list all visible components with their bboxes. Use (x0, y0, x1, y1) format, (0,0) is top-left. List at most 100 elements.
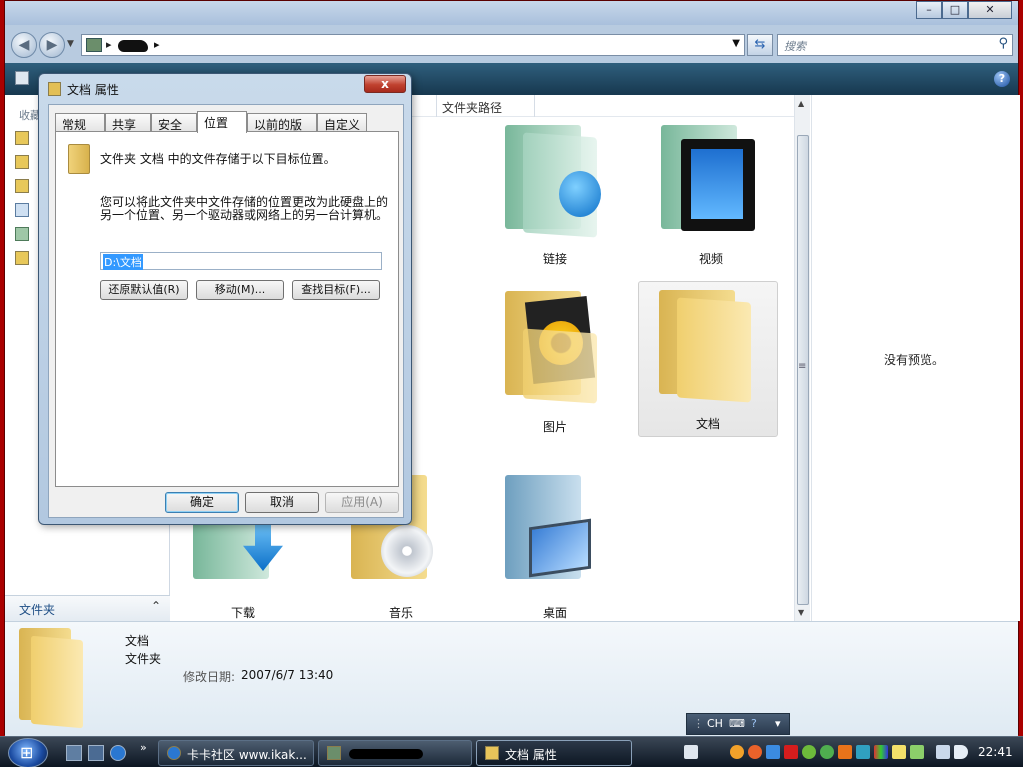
language-bar[interactable]: ⋮ CH ⌨ ? ▾ (686, 713, 790, 735)
redacted-label (349, 749, 423, 759)
clock[interactable]: 22:41 (978, 745, 1013, 759)
search-icon[interactable]: ⚲ (998, 36, 1008, 51)
qq-icon[interactable] (748, 745, 762, 759)
internet-explorer-icon (167, 746, 181, 760)
favorite-item-icon[interactable] (15, 227, 29, 241)
desktop-folder-icon (505, 475, 601, 583)
recent-pages-dropdown[interactable]: ▼ (67, 39, 74, 49)
dialog-title: 文档 属性 (67, 83, 119, 97)
tray-app-icon[interactable] (910, 745, 924, 759)
favorite-item-icon[interactable] (15, 203, 29, 217)
taskbar-button-browser[interactable]: 卡卡社区 www.ikak... (158, 740, 314, 766)
ati-icon[interactable] (784, 745, 798, 759)
messenger-icon[interactable] (802, 745, 816, 759)
help-icon[interactable]: ? (751, 717, 757, 730)
search-input[interactable]: 搜索 ⚲ (777, 34, 1013, 56)
details-name: 文档 (125, 634, 150, 648)
folder-icon (19, 628, 85, 729)
folder-icon (485, 746, 499, 760)
keyboard-icon[interactable]: ⌨ (729, 717, 745, 730)
redacted-crumb[interactable] (118, 40, 148, 52)
cancel-button[interactable]: 取消 (245, 492, 319, 513)
tray-app-icon[interactable] (892, 745, 906, 759)
tray-app-icon[interactable] (874, 745, 888, 759)
tile-label: 下载 (230, 606, 255, 620)
details-type: 文件夹 (125, 652, 162, 666)
details-modified-value: 2007/6/7 13:40 (241, 668, 334, 682)
tab-sharing[interactable]: 共享 (105, 113, 151, 132)
close-button[interactable]: ✕ (968, 1, 1012, 19)
address-bar[interactable]: ▸ ▸ ▼ (81, 34, 745, 56)
ok-button[interactable]: 确定 (165, 492, 239, 513)
location-description: 文件夹 文档 中的文件存储于以下目标位置。 (100, 152, 336, 166)
chevron-up-icon[interactable]: ⌃ (151, 599, 161, 613)
computer-icon (86, 38, 102, 52)
tile-desktop[interactable]: 桌面 (485, 465, 625, 621)
location-path-input[interactable]: D:\文档 (100, 252, 382, 270)
help-icon[interactable]: ? (994, 71, 1010, 87)
tab-customize[interactable]: 自定义 (317, 113, 367, 132)
address-separator-2: ▸ (154, 38, 160, 51)
location-path-value: D:\文档 (103, 254, 143, 270)
tile-label: 链接 (542, 252, 567, 266)
maximize-button[interactable]: □ (942, 1, 968, 19)
options-icon[interactable]: ▾ (775, 717, 781, 730)
move-button[interactable]: 移动(M)... (196, 280, 284, 300)
messenger-icon[interactable] (820, 745, 834, 759)
taskbar-button-explorer[interactable] (318, 740, 472, 766)
dialog-close-button[interactable]: x (364, 75, 406, 93)
favorite-folder-icon[interactable] (15, 179, 29, 193)
favorite-folder-icon[interactable] (15, 131, 29, 145)
tray-app-icon[interactable] (856, 745, 870, 759)
tab-previous-versions[interactable]: 以前的版本 (247, 113, 317, 149)
tab-location[interactable]: 位置 (197, 111, 247, 133)
vertical-scrollbar[interactable]: ▲ ≡ ▼ (794, 95, 810, 621)
volume-icon[interactable] (954, 745, 968, 759)
tray-app-icon[interactable] (684, 745, 698, 759)
tab-general[interactable]: 常规 (55, 113, 105, 132)
qq-icon[interactable] (730, 745, 744, 759)
details-modified-label: 修改日期: (183, 670, 236, 684)
tile-label: 视频 (698, 252, 723, 266)
organize-icon[interactable] (15, 71, 29, 85)
folders-toggle[interactable]: 文件夹 ⌃ (5, 595, 170, 621)
tray-app-icon[interactable] (766, 745, 780, 759)
tile-videos[interactable]: 视频 (641, 117, 781, 273)
search-placeholder: 搜索 (784, 40, 806, 53)
scroll-down-icon[interactable]: ▼ (798, 608, 804, 617)
restore-default-button[interactable]: 还原默认值(R) (100, 280, 188, 300)
start-button[interactable] (8, 738, 48, 767)
favorite-folder-icon[interactable] (15, 251, 29, 265)
scroll-grip-icon: ≡ (798, 361, 807, 372)
language-indicator[interactable]: CH (707, 717, 723, 730)
tile-label: 音乐 (388, 606, 413, 620)
show-desktop-icon[interactable] (66, 745, 82, 761)
back-button[interactable]: ◀ (11, 32, 37, 58)
column-folder-path[interactable]: 文件夹路径 (442, 99, 502, 116)
quicklaunch-more-icon[interactable]: » (140, 741, 147, 754)
network-icon[interactable] (936, 745, 950, 759)
dialog-body: 常规 共享 安全 位置 以前的版本 自定义 文件夹 文档 中的文件存储于以下目标… (48, 104, 404, 518)
minimize-button[interactable]: – (916, 1, 942, 19)
refresh-button[interactable]: ⇆ (747, 34, 773, 56)
tile-pictures[interactable]: 图片 (485, 283, 625, 439)
folder-icon (68, 144, 90, 174)
address-dropdown-icon[interactable]: ▼ (732, 38, 740, 49)
forward-button[interactable]: ▶ (39, 32, 65, 58)
address-separator: ▸ (106, 38, 112, 51)
column-divider[interactable] (534, 95, 535, 117)
favorite-folder-icon[interactable] (15, 155, 29, 169)
tab-security[interactable]: 安全 (151, 113, 197, 132)
taskbar-button-properties[interactable]: 文档 属性 (476, 740, 632, 766)
find-target-button[interactable]: 查找目标(F)... (292, 280, 380, 300)
tray-app-icon[interactable] (838, 745, 852, 759)
scroll-up-icon[interactable]: ▲ (798, 99, 804, 108)
switch-windows-icon[interactable] (88, 745, 104, 761)
internet-explorer-icon[interactable] (110, 745, 126, 761)
column-divider[interactable] (436, 95, 437, 117)
preview-text: 没有预览。 (884, 353, 945, 367)
apply-button[interactable]: 应用(A) (325, 492, 399, 513)
tile-documents[interactable]: 文档 (638, 281, 778, 437)
preview-pane: 没有预览。 (811, 95, 1020, 621)
tile-links[interactable]: 链接 (485, 117, 625, 273)
